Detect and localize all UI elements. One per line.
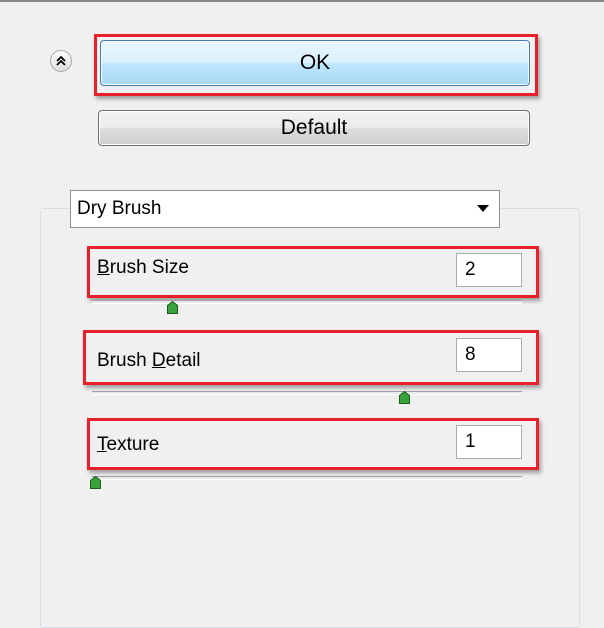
texture-input[interactable]: 1	[456, 425, 522, 459]
brush-detail-label-b: etail	[165, 350, 201, 371]
double-chevron-up-icon	[55, 55, 67, 67]
brush-size-label-rest: rush Size	[109, 257, 189, 278]
top-border	[0, 0, 604, 2]
texture-label: Texture	[97, 434, 160, 455]
collapse-button[interactable]	[50, 50, 72, 72]
filter-select-value: Dry Brush	[77, 198, 162, 219]
brush-detail-slider-thumb[interactable]	[398, 391, 410, 404]
default-button[interactable]: Default	[98, 110, 530, 146]
ok-button[interactable]: OK	[100, 40, 530, 86]
brush-size-slider-track[interactable]	[92, 300, 522, 304]
texture-slider-thumb[interactable]	[90, 476, 101, 489]
brush-detail-input[interactable]: 8	[456, 338, 522, 372]
filter-select[interactable]: Dry Brush	[70, 190, 500, 228]
dropdown-arrow-icon	[477, 205, 489, 212]
texture-label-rest: exture	[106, 434, 160, 455]
texture-slider-track[interactable]	[92, 476, 522, 480]
brush-detail-slider-track[interactable]	[92, 391, 522, 395]
brush-detail-label-a: Brush	[97, 350, 152, 371]
brush-size-label: Brush Size	[97, 257, 189, 278]
brush-detail-label: Brush Detail	[97, 350, 201, 371]
brush-size-input[interactable]: 2	[456, 253, 522, 287]
brush-size-slider-thumb[interactable]	[167, 301, 179, 314]
